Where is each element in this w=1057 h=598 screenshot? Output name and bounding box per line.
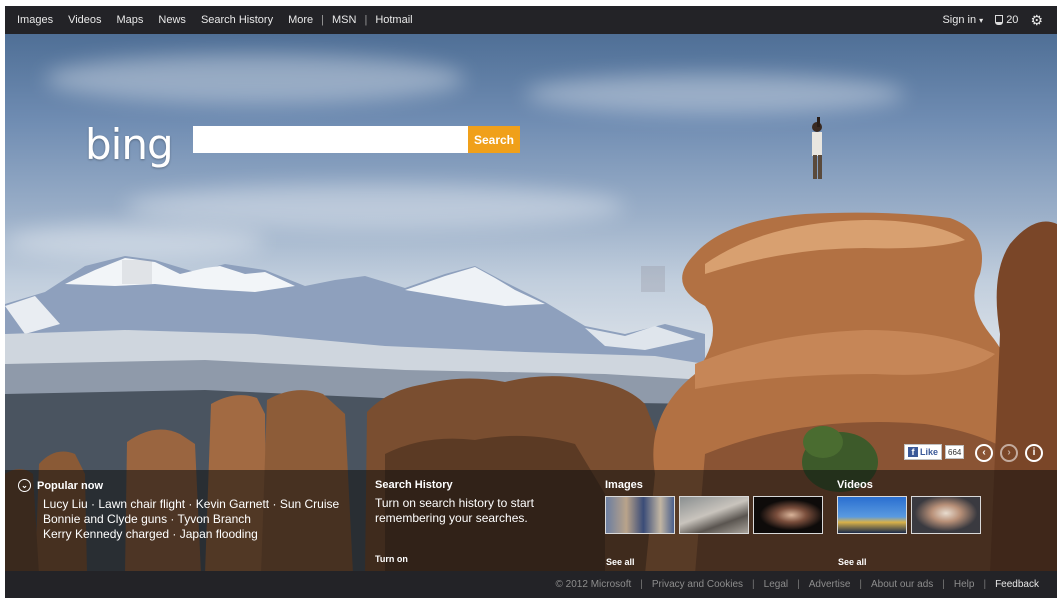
list-separator: · <box>169 527 180 541</box>
nav-separator: | <box>364 14 368 26</box>
like-label: Like <box>920 447 939 457</box>
footer-advertise-link[interactable]: Advertise <box>809 579 851 590</box>
popular-now-title[interactable]: Popular now <box>37 480 103 492</box>
image-thumbnail[interactable] <box>753 496 823 534</box>
popular-item[interactable]: Lucy Liu <box>43 497 88 511</box>
gear-icon[interactable]: ⚙ <box>1030 13 1043 27</box>
nav-hotmail-link[interactable]: Hotmail <box>375 14 412 26</box>
list-separator: · <box>185 497 196 511</box>
popular-item[interactable]: Japan flooding <box>180 527 258 541</box>
top-nav-links: Images Videos Maps News Search History M… <box>17 6 428 34</box>
sign-in-label: Sign in <box>942 14 977 26</box>
rewards-count: 20 <box>1006 14 1019 26</box>
info-icon[interactable]: i <box>1025 444 1043 462</box>
copyright-text: © 2012 Microsoft <box>555 579 632 590</box>
footer-separator: | <box>859 579 863 590</box>
search-history-title[interactable]: Search History <box>375 479 550 491</box>
homepage-feed-panel: ⌄ Popular now Lucy Liu · Lawn chair flig… <box>5 470 1057 571</box>
videos-title[interactable]: Videos <box>837 479 981 491</box>
facebook-like-button[interactable]: f Like <box>904 444 943 460</box>
popular-item[interactable]: Lawn chair flight <box>98 497 185 511</box>
search-button[interactable]: Search <box>468 126 520 153</box>
turn-on-history-link[interactable]: Turn on <box>375 554 408 564</box>
chevron-left-icon[interactable]: ‹ <box>975 444 993 462</box>
like-count: 664 <box>945 445 965 459</box>
facebook-like-widget[interactable]: f Like 664 <box>904 444 965 460</box>
rewards-counter[interactable]: 20 <box>995 14 1018 26</box>
videos-section: Videos <box>837 479 981 534</box>
footer-privacy-link[interactable]: Privacy and Cookies <box>652 579 743 590</box>
footer-separator: | <box>942 579 945 590</box>
sign-in-link[interactable]: Sign in ▾ <box>942 14 983 26</box>
list-separator: · <box>87 497 99 511</box>
chevron-down-icon: ▾ <box>979 16 984 25</box>
nav-news-link[interactable]: News <box>158 14 186 26</box>
list-separator: · <box>269 497 280 511</box>
collapse-chevron-icon[interactable]: ⌄ <box>18 479 31 492</box>
popular-item[interactable]: Kerry Kennedy charged <box>43 527 169 541</box>
rewards-icon <box>995 15 1004 25</box>
nav-maps-link[interactable]: Maps <box>117 14 144 26</box>
nav-images-link[interactable]: Images <box>17 14 53 26</box>
footer-bar: © 2012 Microsoft | Privacy and Cookies |… <box>5 571 1057 598</box>
footer-separator: | <box>752 579 755 590</box>
footer-separator: | <box>640 579 643 590</box>
nav-search-history-link[interactable]: Search History <box>201 14 273 26</box>
footer-about-ads-link[interactable]: About our ads <box>871 579 933 590</box>
top-navigation-bar: Images Videos Maps News Search History M… <box>5 6 1057 34</box>
footer-separator: | <box>797 579 800 590</box>
search-input[interactable] <box>193 126 468 153</box>
nav-separator: | <box>321 14 324 26</box>
list-separator: · <box>167 512 178 526</box>
images-section: Images <box>605 479 823 534</box>
images-title[interactable]: Images <box>605 479 823 491</box>
chevron-right-icon[interactable]: › <box>1000 444 1018 462</box>
search-history-section: Search History Turn on search history to… <box>375 479 550 526</box>
footer-separator: | <box>983 579 987 590</box>
popular-now-section: ⌄ Popular now Lucy Liu · Lawn chair flig… <box>18 479 363 542</box>
video-thumbnail[interactable] <box>911 496 981 534</box>
popular-item[interactable]: Kevin Garnett <box>196 497 269 511</box>
top-right-controls: Sign in ▾ 20 ⚙ <box>942 6 1043 34</box>
image-thumbnail[interactable] <box>679 496 749 534</box>
homepage-background-image: bing Search f Like 664 ‹ › i ⌄ Popular n… <box>5 34 1057 571</box>
footer-feedback-link[interactable]: Feedback <box>995 579 1039 590</box>
hotspot-marker[interactable] <box>122 260 152 284</box>
popular-now-list: Lucy Liu · Lawn chair flight · Kevin Gar… <box>43 497 363 542</box>
popular-item[interactable]: Sun Cruise <box>280 497 339 511</box>
video-thumbnail[interactable] <box>837 496 907 534</box>
popular-item[interactable]: Tyvon Branch <box>178 512 251 526</box>
footer-help-link[interactable]: Help <box>954 579 975 590</box>
footer-legal-link[interactable]: Legal <box>764 579 788 590</box>
nav-msn-link[interactable]: MSN <box>332 14 356 26</box>
videos-see-all-link[interactable]: See all <box>838 557 867 567</box>
facebook-icon: f <box>908 447 918 457</box>
popular-item[interactable]: Bonnie and Clyde guns <box>43 512 167 526</box>
nav-videos-link[interactable]: Videos <box>68 14 101 26</box>
bing-logo[interactable]: bing <box>85 120 174 169</box>
image-thumbnail[interactable] <box>605 496 675 534</box>
hotspot-marker[interactable] <box>641 266 665 292</box>
nav-more-link[interactable]: More <box>288 14 313 26</box>
search-history-text: Turn on search history to start remember… <box>375 496 534 525</box>
images-see-all-link[interactable]: See all <box>606 557 635 567</box>
browser-page: Images Videos Maps News Search History M… <box>5 6 1057 598</box>
